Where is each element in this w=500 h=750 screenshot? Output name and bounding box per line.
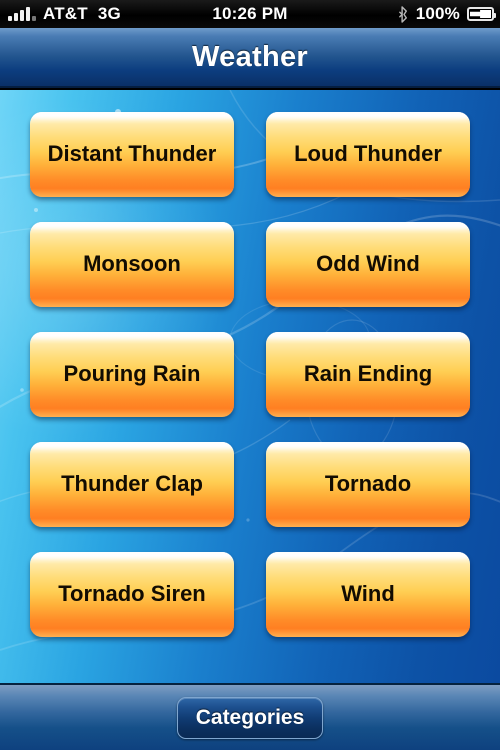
sound-button-wind[interactable]: Wind [266,552,470,637]
battery-percent-label: 100% [415,4,460,23]
sound-button-odd-wind[interactable]: Odd Wind [266,222,470,307]
sound-board-content: Distant Thunder Loud Thunder Monsoon Odd… [0,90,500,683]
sound-button-label: Wind [341,581,395,607]
navigation-bar: Weather [0,28,500,88]
sound-button-monsoon[interactable]: Monsoon [30,222,234,307]
sound-button-tornado-siren[interactable]: Tornado Siren [30,552,234,637]
sound-button-label: Tornado [324,471,412,497]
sound-button-grid: Distant Thunder Loud Thunder Monsoon Odd… [0,90,500,683]
sound-button-label: Odd Wind [316,251,420,277]
sound-button-label: Distant Thunder [47,141,217,167]
status-bar: AT&T 3G 10:26 PM 100% [0,0,500,28]
battery-charging-icon [467,7,496,21]
sound-button-distant-thunder[interactable]: Distant Thunder [30,112,234,197]
sound-button-label: Rain Ending [303,361,433,387]
sound-button-rain-ending[interactable]: Rain Ending [266,332,470,417]
sound-button-label: Monsoon [83,251,181,277]
sound-button-label: Pouring Rain [63,361,201,387]
sound-button-label: Tornado Siren [58,581,206,607]
page-title: Weather [192,40,308,73]
sound-button-tornado[interactable]: Tornado [266,442,470,527]
bottom-toolbar: Categories [0,683,500,750]
iphone-screen: AT&T 3G 10:26 PM 100% Weather Distant Th… [0,0,500,750]
sound-button-loud-thunder[interactable]: Loud Thunder [266,112,470,197]
sound-button-label: Thunder Clap [61,471,203,497]
status-bar-right: 100% [398,4,496,24]
sound-button-thunder-clap[interactable]: Thunder Clap [30,442,234,527]
sound-button-label: Loud Thunder [294,141,442,167]
bluetooth-icon [398,5,407,23]
categories-button[interactable]: Categories [176,696,324,739]
sound-button-pouring-rain[interactable]: Pouring Rain [30,332,234,417]
